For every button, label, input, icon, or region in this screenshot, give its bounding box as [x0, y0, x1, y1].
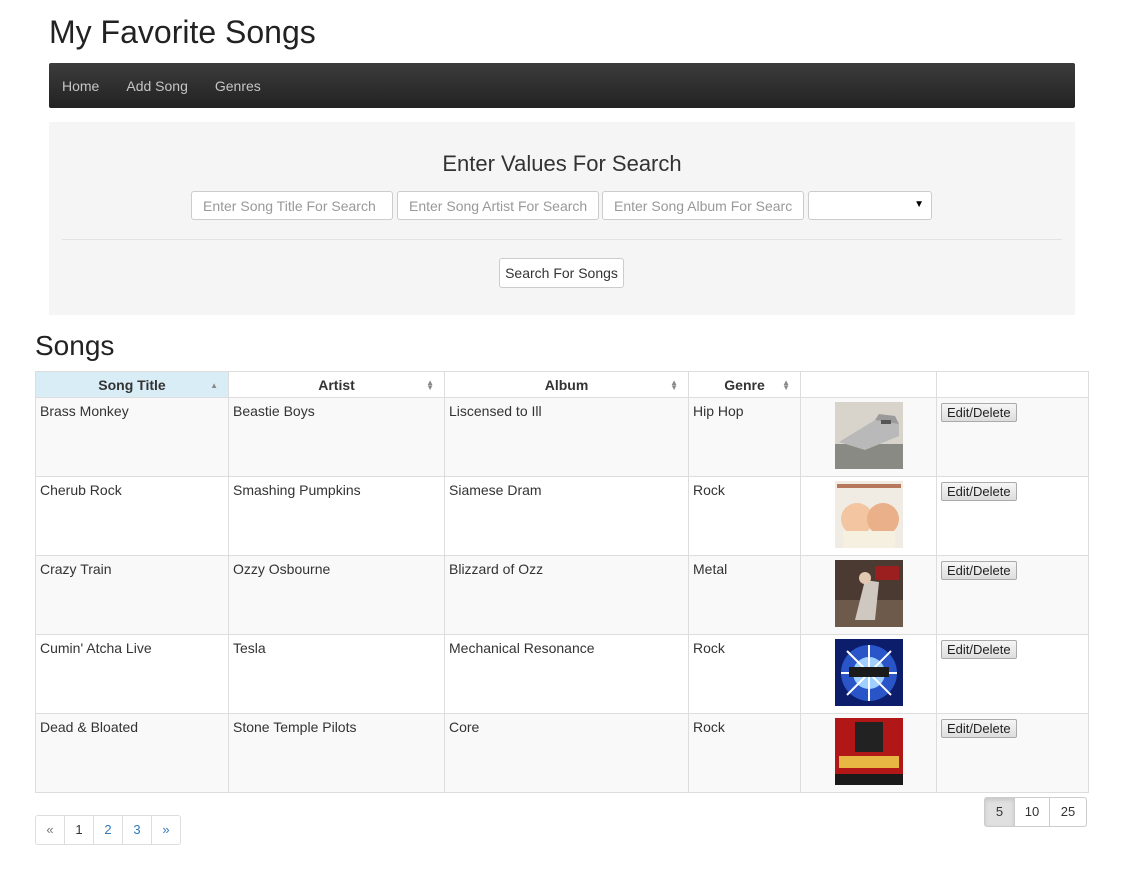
song-title-cell: Crazy Train — [35, 555, 229, 635]
songs-section-title: Songs — [35, 330, 115, 361]
actions-cell: Edit/Delete — [936, 555, 1089, 635]
song-title-search-input[interactable] — [191, 191, 393, 220]
column-header-album[interactable]: Album ▲ ▼ — [444, 371, 689, 398]
nav-genres-link[interactable]: Genres — [215, 78, 261, 94]
pagination-page-2[interactable]: 2 — [93, 815, 123, 845]
actions-cell: Edit/Delete — [936, 634, 1089, 714]
album-cell: Blizzard of Ozz — [444, 555, 689, 635]
genre-cell: Rock — [688, 634, 801, 714]
page-size-25-button[interactable]: 25 — [1049, 797, 1087, 827]
column-header-actions — [936, 371, 1089, 398]
edit-delete-button[interactable]: Edit/Delete — [941, 640, 1017, 659]
column-header-label: Album — [544, 376, 589, 393]
table-header-row: Song Title ▲ Artist ▲ ▼ Album ▲ ▼ Genre ▲ ▼ — [35, 371, 1089, 398]
table-row: Cumin' Atcha Live Tesla Mechanical Reson… — [35, 634, 1089, 714]
search-panel: Enter Values For Search ▼ Search For Son… — [49, 122, 1075, 315]
sort-asc-icon: ▲ — [210, 381, 218, 390]
song-title-cell: Brass Monkey — [35, 397, 229, 477]
nav-home-link[interactable]: Home — [62, 78, 99, 94]
cover-cell — [800, 397, 937, 477]
album-cell: Liscensed to Ill — [444, 397, 689, 477]
pagination-page-1[interactable]: 1 — [64, 815, 94, 845]
artist-cell: Beastie Boys — [228, 397, 445, 477]
sort-icon: ▲ ▼ — [782, 378, 790, 392]
genre-cell: Metal — [688, 555, 801, 635]
artist-cell: Smashing Pumpkins — [228, 476, 445, 556]
genre-cell: Rock — [688, 476, 801, 556]
top-navbar: Home Add Song Genres — [49, 63, 1075, 108]
page-title: My Favorite Songs — [49, 14, 316, 50]
song-title-cell: Dead & Bloated — [35, 713, 229, 793]
song-artist-search-input[interactable] — [397, 191, 599, 220]
artist-cell: Tesla — [228, 634, 445, 714]
album-cover-siamese-dream-icon — [834, 481, 903, 548]
column-header-song-title[interactable]: Song Title ▲ — [35, 371, 229, 398]
genre-cell: Hip Hop — [688, 397, 801, 477]
genre-cell: Rock — [688, 713, 801, 793]
artist-cell: Stone Temple Pilots — [228, 713, 445, 793]
table-row: Cherub Rock Smashing Pumpkins Siamese Dr… — [35, 476, 1089, 556]
album-cover-blizzard-of-ozz-icon — [834, 560, 903, 627]
song-album-search-input[interactable] — [602, 191, 804, 220]
album-cell: Mechanical Resonance — [444, 634, 689, 714]
cover-cell — [800, 634, 937, 714]
column-header-cover — [800, 371, 937, 398]
caret-down-icon: ▼ — [914, 199, 924, 210]
songs-table: Song Title ▲ Artist ▲ ▼ Album ▲ ▼ Genre ▲ ▼… — [35, 371, 1089, 793]
search-button[interactable]: Search For Songs — [499, 258, 624, 288]
table-row: Dead & Bloated Stone Temple Pilots Core … — [35, 713, 1089, 793]
column-header-genre[interactable]: Genre ▲ ▼ — [688, 371, 801, 398]
column-header-label: Genre — [724, 376, 765, 393]
actions-cell: Edit/Delete — [936, 397, 1089, 477]
album-cover-core-icon — [834, 718, 903, 785]
album-cell: Siamese Dram — [444, 476, 689, 556]
edit-delete-button[interactable]: Edit/Delete — [941, 403, 1017, 422]
cover-cell — [800, 713, 937, 793]
sort-icon: ▲ ▼ — [670, 378, 678, 392]
pagination: « 1 2 3 » — [35, 815, 181, 845]
page-size-5-button[interactable]: 5 — [984, 797, 1015, 827]
cover-cell — [800, 476, 937, 556]
album-cell: Core — [444, 713, 689, 793]
edit-delete-button[interactable]: Edit/Delete — [941, 719, 1017, 738]
artist-cell: Ozzy Osbourne — [228, 555, 445, 635]
search-heading: Enter Values For Search — [442, 151, 682, 176]
genre-select[interactable]: ▼ — [808, 191, 932, 220]
column-header-label: Artist — [318, 376, 355, 393]
pagination-page-3[interactable]: 3 — [122, 815, 152, 845]
divider — [62, 239, 1062, 240]
album-cover-mechanical-resonance-icon — [834, 639, 903, 706]
table-row: Brass Monkey Beastie Boys Liscensed to I… — [35, 397, 1089, 477]
nav-add-song-link[interactable]: Add Song — [126, 78, 188, 94]
actions-cell: Edit/Delete — [936, 476, 1089, 556]
song-title-cell: Cumin' Atcha Live — [35, 634, 229, 714]
song-title-cell: Cherub Rock — [35, 476, 229, 556]
pagination-next-button[interactable]: » — [151, 815, 181, 845]
actions-cell: Edit/Delete — [936, 713, 1089, 793]
page-size-10-button[interactable]: 10 — [1014, 797, 1050, 827]
page-size-selector: 5 10 25 — [984, 797, 1087, 827]
table-row: Crazy Train Ozzy Osbourne Blizzard of Oz… — [35, 555, 1089, 635]
column-header-label: Song Title — [98, 376, 166, 393]
column-header-artist[interactable]: Artist ▲ ▼ — [228, 371, 445, 398]
album-cover-licensed-to-ill-icon — [834, 402, 903, 469]
edit-delete-button[interactable]: Edit/Delete — [941, 561, 1017, 580]
pagination-prev-button[interactable]: « — [35, 815, 65, 845]
cover-cell — [800, 555, 937, 635]
sort-icon: ▲ ▼ — [426, 378, 434, 392]
edit-delete-button[interactable]: Edit/Delete — [941, 482, 1017, 501]
